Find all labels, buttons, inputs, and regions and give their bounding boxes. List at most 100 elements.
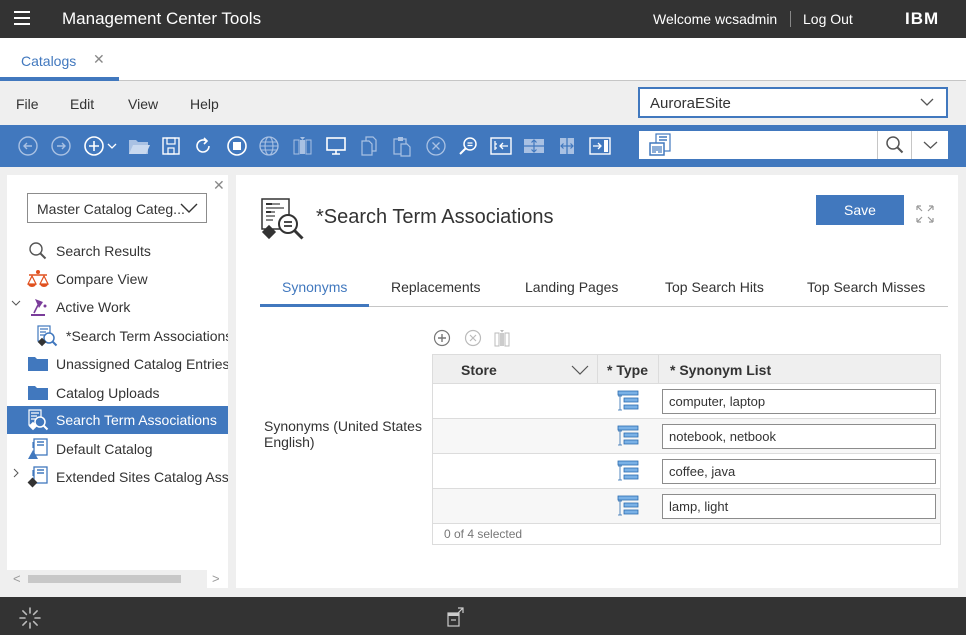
tab-label: Catalogs [21,53,77,69]
monitor-icon[interactable] [325,135,347,157]
folder-icon [27,353,49,375]
hide-panel-icon[interactable] [589,135,611,157]
search-button[interactable] [877,131,911,159]
catalog-icon [27,438,49,460]
forward-icon[interactable] [50,135,72,157]
column-label: Store [461,362,497,378]
find-icon[interactable] [457,135,479,157]
chevron-down-icon[interactable] [571,363,589,379]
tab-synonyms[interactable]: Synonyms [260,270,369,307]
tree-item-default-catalog[interactable]: Default Catalog [7,435,228,463]
table-row[interactable] [433,454,940,489]
loading-spinner-icon [18,606,42,633]
explorer-filter-select[interactable]: Master Catalog Categ... [27,193,207,223]
table-row[interactable] [433,489,940,524]
split-horizontal-icon[interactable] [556,135,578,157]
search-term-icon [36,325,58,347]
stop-icon[interactable] [226,135,248,157]
tab-label: Landing Pages [525,279,619,295]
column-header-store[interactable]: Store [433,355,598,384]
new-dropdown-icon[interactable] [106,135,118,157]
tree-item-active-work[interactable]: Active Work [7,293,228,321]
search-icon [886,136,904,154]
hamburger-menu-icon[interactable] [14,11,30,25]
tree-item-extended-sites-catalog-asset-store[interactable]: Extended Sites Catalog Asse [7,463,228,491]
tree-collapse-icon[interactable] [490,135,512,157]
synonym-type-icon[interactable] [617,390,639,412]
menu-edit[interactable]: Edit [70,96,94,112]
tab-top-search-misses[interactable]: Top Search Misses [783,270,948,307]
synonym-type-icon[interactable] [617,495,639,517]
column-chooser-icon[interactable] [291,135,313,157]
table-row[interactable] [433,419,940,454]
tab-top-search-hits[interactable]: Top Search Hits [643,270,783,307]
synonym-type-icon[interactable] [617,460,639,482]
main-panel: *Search Term Associations Save Synonyms … [236,175,958,588]
paste-icon[interactable] [391,135,413,157]
tree-item-unassigned-catalog-entries[interactable]: Unassigned Catalog Entries [7,350,228,378]
tab-catalogs[interactable]: Catalogs ✕ [0,38,119,81]
copy-icon[interactable] [358,135,380,157]
refresh-icon[interactable] [192,135,214,157]
tree-item-label: Extended Sites Catalog Asse [56,469,228,485]
open-icon[interactable] [128,135,150,157]
scroll-right-icon[interactable]: > [212,571,220,586]
tree-item-label: Compare View [56,271,148,287]
tree-item-active-search-term-associations[interactable]: *Search Term Associations [7,322,228,350]
synonym-list-input[interactable] [662,494,936,519]
tab-replacements[interactable]: Replacements [369,270,503,307]
synonym-list-input[interactable] [662,424,936,449]
chevron-down-icon[interactable] [11,298,21,311]
split-vertical-icon[interactable] [523,135,545,157]
synonym-list-input[interactable] [662,459,936,484]
tab-label: Synonyms [282,279,348,295]
tree-item-search-results[interactable]: Search Results [7,237,228,265]
search-term-associations-icon [260,197,306,246]
chevron-down-icon [920,95,934,112]
chevron-right-icon[interactable] [11,468,21,481]
table-row[interactable] [433,384,940,419]
tree-item-catalog-uploads[interactable]: Catalog Uploads [7,379,228,407]
back-icon[interactable] [17,135,39,157]
search-options-button[interactable] [911,131,948,159]
subtab-bar: Synonyms Replacements Landing Pages Top … [260,270,948,307]
column-header-type[interactable]: * Type [598,355,659,384]
close-panel-icon[interactable]: ✕ [213,177,225,194]
logout-link[interactable]: Log Out [803,11,853,27]
popout-icon[interactable] [446,607,464,630]
toolbar-search [639,131,948,159]
add-row-icon[interactable] [433,329,451,347]
synonym-list-input[interactable] [662,389,936,414]
search-term-icon [27,409,49,431]
tab-label: Top Search Misses [807,279,926,295]
welcome-text: Welcome wcsadmin [653,11,778,27]
tree-item-label: Default Catalog [56,441,153,457]
scroll-left-icon[interactable]: < [13,571,21,586]
column-chooser-icon[interactable] [493,329,511,347]
save-button[interactable]: Save [816,195,904,225]
tree-item-search-term-associations[interactable]: Search Term Associations [7,406,228,434]
synonym-type-icon[interactable] [617,425,639,447]
folder-icon [27,382,49,404]
tab-landing-pages[interactable]: Landing Pages [503,270,643,307]
chevron-down-icon [180,201,198,218]
chevron-down-icon [923,141,938,149]
maximize-icon[interactable] [914,203,936,225]
menu-view[interactable]: View [128,96,158,112]
new-icon[interactable] [83,135,105,157]
horizontal-scrollbar[interactable]: < > [7,570,228,588]
close-tab-icon[interactable]: ✕ [93,51,105,68]
globe-icon[interactable] [258,135,280,157]
menu-file[interactable]: File [16,96,39,112]
scrollbar-thumb[interactable] [28,575,181,583]
column-header-synonym-list[interactable]: * Synonym List [659,355,941,384]
delete-row-icon[interactable] [464,329,482,347]
toolbar-search-input[interactable] [679,134,875,156]
delete-icon[interactable] [425,135,447,157]
tree-item-label: Unassigned Catalog Entries [56,356,228,372]
tree-item-compare-view[interactable]: Compare View [7,265,228,293]
menu-help[interactable]: Help [190,96,219,112]
save-icon[interactable] [160,135,182,157]
search-icon [27,240,49,262]
store-selector[interactable]: AuroraESite [638,87,948,118]
